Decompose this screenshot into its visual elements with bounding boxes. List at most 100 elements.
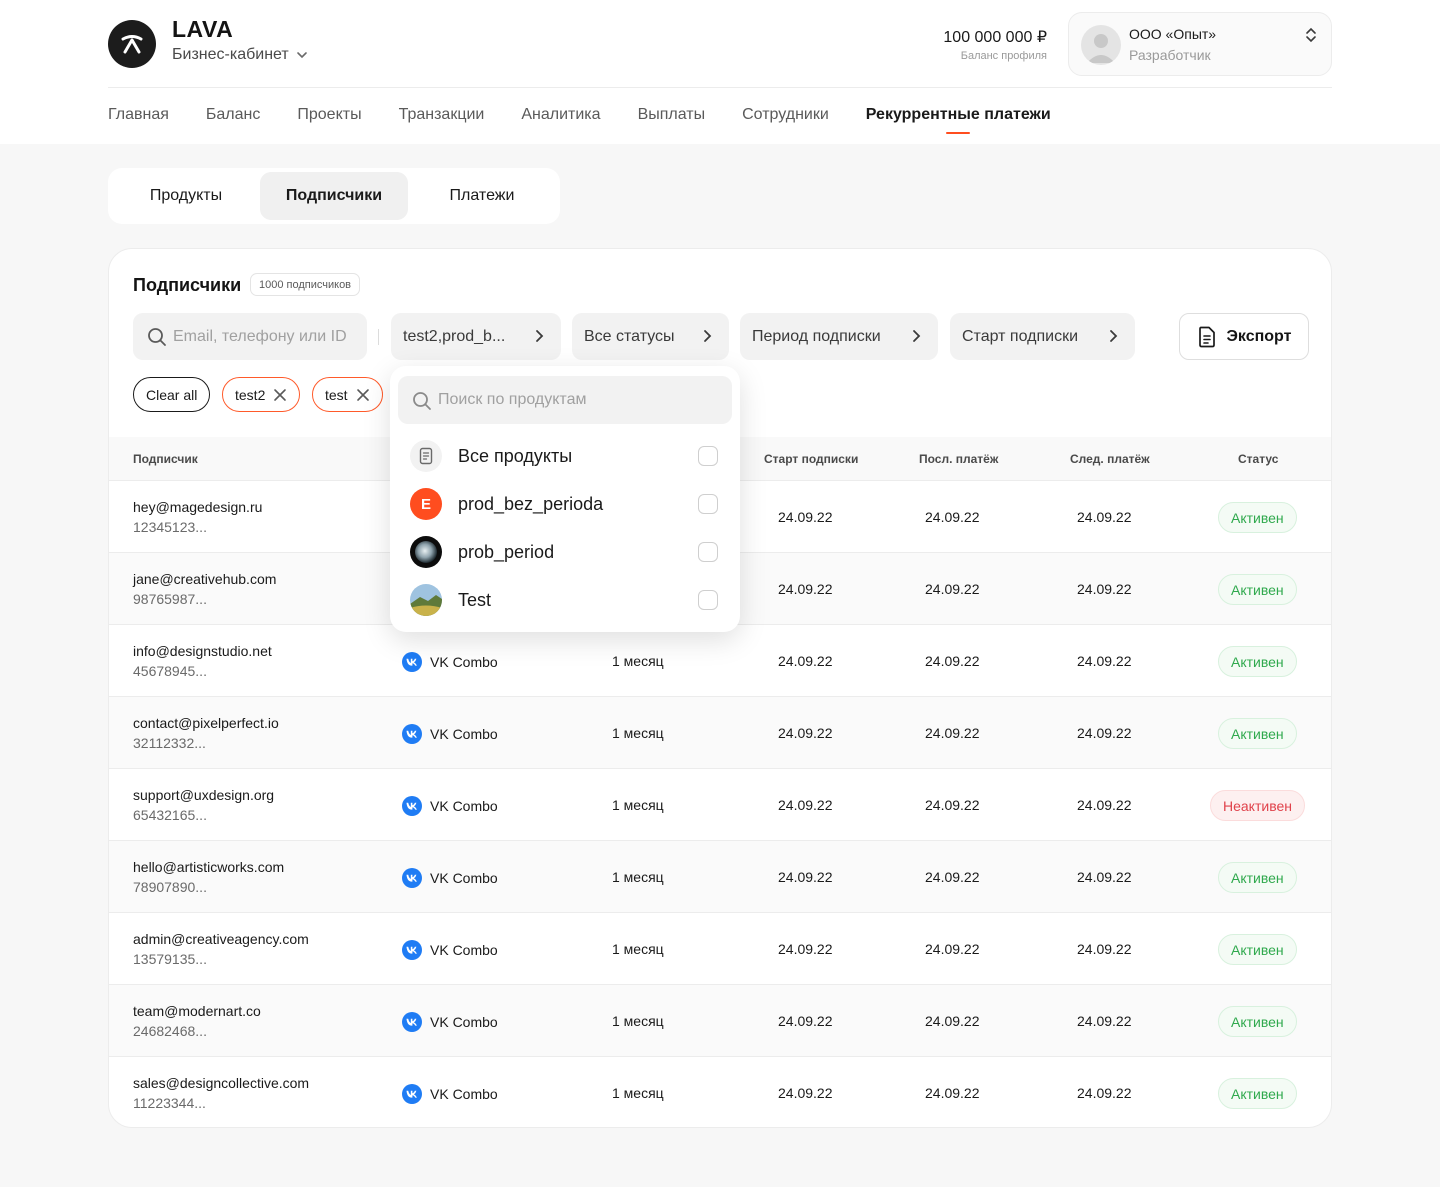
account-switcher[interactable]: ООО «Опыт» Разработчик [1068, 12, 1332, 76]
lava-logo-icon[interactable] [108, 20, 156, 68]
checkbox[interactable] [698, 446, 718, 466]
subscription-period: 1 месяц [612, 1013, 664, 1029]
tab-payments[interactable]: Платежи [408, 172, 556, 220]
next-payment-date: 24.09.22 [1077, 653, 1132, 669]
last-payment-date: 24.09.22 [925, 653, 980, 669]
table-row[interactable]: team@modernart.co 24682468... VK Combo 1 ме… [109, 985, 1331, 1057]
start-filter[interactable]: Старт подписки [950, 313, 1135, 360]
checkbox[interactable] [698, 590, 718, 610]
table-row[interactable]: admin@creativeagency.com 13579135... VK Co… [109, 913, 1331, 985]
column-header-status[interactable]: Статус [1238, 452, 1278, 466]
nav-item-projects[interactable]: Проекты [297, 106, 361, 124]
export-label: Экспорт [1226, 327, 1292, 345]
column-header-start[interactable]: Старт подписки [764, 452, 858, 466]
subscriber-email[interactable]: contact@pixelperfect.io [133, 715, 279, 731]
filter-chip-test2[interactable]: test2 [222, 377, 301, 412]
search-icon [148, 328, 166, 346]
clear-all-chip[interactable]: Clear all [133, 377, 211, 412]
subscriber-email[interactable]: sales@designcollective.com [133, 1075, 309, 1091]
subscriber-id: 45678945... [133, 663, 207, 679]
nav-item-transactions[interactable]: Транзакции [399, 106, 485, 124]
subscriber-id: 24682468... [133, 1023, 207, 1039]
dropdown-item-all-products[interactable]: Все продукты [410, 438, 720, 474]
status-filter[interactable]: Все статусы [572, 313, 729, 360]
section-title: Подписчики [133, 275, 242, 295]
product-search-input[interactable]: Поиск по продуктам [398, 376, 732, 424]
product-name: VK Combo [430, 726, 498, 742]
subscriber-email[interactable]: hello@artisticworks.com [133, 859, 284, 875]
last-payment-date: 24.09.22 [925, 1013, 980, 1029]
next-payment-date: 24.09.22 [1077, 869, 1132, 885]
table-row[interactable]: hello@artisticworks.com 78907890... VK Com… [109, 841, 1331, 913]
balance-label: Баланс профиля [960, 50, 1047, 62]
subscription-period: 1 месяц [612, 725, 664, 741]
product-cell: VK Combo [402, 1084, 498, 1104]
subscribers-count-badge: 1000 подписчиков [250, 273, 361, 296]
document-icon [410, 440, 442, 472]
subscriber-email[interactable]: hey@magedesign.ru [133, 499, 262, 515]
subscriber-id: 11223344... [133, 1095, 206, 1111]
dropdown-item-prob-period[interactable]: prob_period [410, 534, 720, 570]
nav-item-payouts[interactable]: Выплаты [638, 106, 706, 124]
subscription-period: 1 месяц [612, 1085, 664, 1101]
dropdown-item-prod-bez-perioda[interactable]: E prod_bez_perioda [410, 486, 720, 522]
dropdown-item-label: prob_period [458, 542, 555, 562]
dropdown-item-test[interactable]: Test [410, 582, 720, 618]
nav-item-employees[interactable]: Сотрудники [742, 106, 829, 124]
search-input[interactable]: Email, телефону или ID [133, 313, 367, 360]
close-icon[interactable] [356, 388, 370, 402]
letter-e-avatar-icon: E [410, 488, 442, 520]
column-header-subscriber[interactable]: Подписчик [133, 452, 198, 466]
status-badge: Активен [1218, 718, 1297, 749]
checkbox[interactable] [698, 494, 718, 514]
product-name: VK Combo [430, 942, 498, 958]
chip-label: test [325, 386, 348, 403]
last-payment-date: 24.09.22 [925, 581, 980, 597]
subscriber-email[interactable]: info@designstudio.net [133, 643, 272, 659]
column-header-next-payment[interactable]: След. платёж [1070, 452, 1150, 466]
start-date: 24.09.22 [778, 1013, 833, 1029]
products-filter[interactable]: test2,prod_b... [391, 313, 561, 360]
search-placeholder: Email, телефону или ID [173, 327, 347, 345]
subscriber-id: 32112332... [133, 735, 206, 751]
nav-item-recurring[interactable]: Рекуррентные платежи [866, 106, 1051, 124]
cabinet-switcher[interactable]: Бизнес-кабинет [172, 46, 309, 64]
vk-icon [402, 1012, 422, 1032]
start-date: 24.09.22 [778, 797, 833, 813]
period-filter[interactable]: Период подписки [740, 313, 938, 360]
subscription-period: 1 месяц [612, 797, 664, 813]
status-badge: Активен [1218, 1006, 1297, 1037]
subscriber-email[interactable]: support@uxdesign.org [133, 787, 274, 803]
last-payment-date: 24.09.22 [925, 1085, 980, 1101]
next-payment-date: 24.09.22 [1077, 1085, 1132, 1101]
table-row[interactable]: contact@pixelperfect.io 32112332... VK Com… [109, 697, 1331, 769]
tab-products[interactable]: Продукты [112, 172, 260, 220]
dark-orb-avatar-icon [410, 536, 442, 568]
subscriber-id: 12345123... [133, 519, 207, 535]
product-search-placeholder: Поиск по продуктам [438, 391, 587, 408]
vk-icon [402, 1084, 422, 1104]
subsection-tabs: Продукты Подписчики Платежи [108, 168, 560, 224]
nav-item-balance[interactable]: Баланс [206, 106, 260, 124]
column-header-last-payment[interactable]: Посл. платёж [919, 452, 998, 466]
product-cell: VK Combo [402, 940, 498, 960]
checkbox[interactable] [698, 542, 718, 562]
subscriber-email[interactable]: admin@creativeagency.com [133, 931, 309, 947]
search-icon [413, 392, 431, 410]
table-row[interactable]: support@uxdesign.org 65432165... VK Combo 1… [109, 769, 1331, 841]
subscriber-email[interactable]: team@modernart.co [133, 1003, 261, 1019]
table-row[interactable]: sales@designcollective.com 11223344... VK … [109, 1057, 1331, 1127]
filter-chip-test[interactable]: test [312, 377, 383, 412]
subscription-period: 1 месяц [612, 869, 664, 885]
start-date: 24.09.22 [778, 941, 833, 957]
subscriber-email[interactable]: jane@creativehub.com [133, 571, 276, 587]
status-badge: Активен [1218, 1078, 1297, 1109]
subscriber-id: 13579135... [133, 951, 207, 967]
tab-subscribers[interactable]: Подписчики [260, 172, 408, 220]
nav-item-main[interactable]: Главная [108, 106, 169, 124]
export-button[interactable]: Экспорт [1179, 313, 1309, 360]
close-icon[interactable] [273, 388, 287, 402]
nav-item-analytics[interactable]: Аналитика [521, 106, 600, 124]
table-row[interactable]: info@designstudio.net 45678945... VK Combo… [109, 625, 1331, 697]
subscriber-id: 65432165... [133, 807, 207, 823]
